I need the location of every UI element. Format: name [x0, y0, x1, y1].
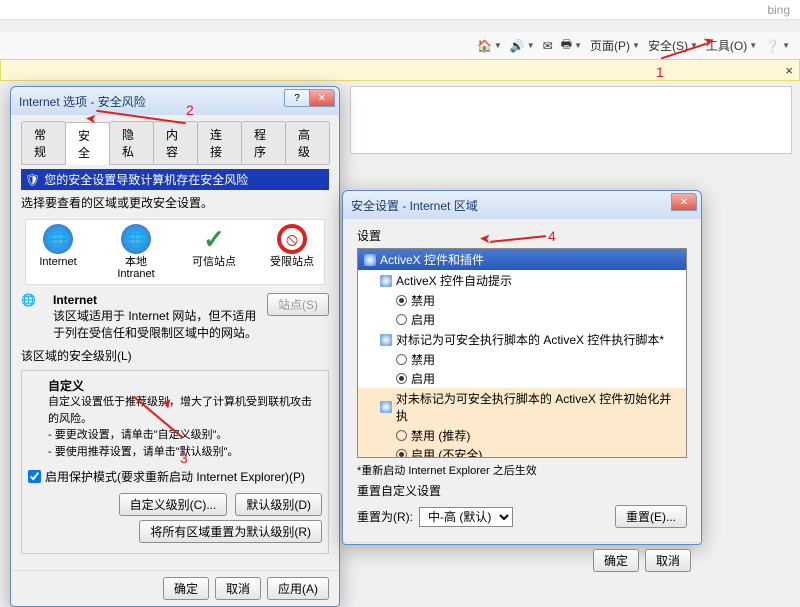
check-icon: ✓	[199, 224, 229, 254]
cancel-button[interactable]: 取消	[215, 577, 261, 600]
protected-mode-checkbox[interactable]	[28, 470, 41, 483]
security-level-label: 该区域的安全级别(L)	[21, 347, 329, 364]
protected-mode-label: 启用保护模式(要求重新启动 Internet Explorer)(P)	[45, 468, 305, 485]
sites-button: 站点(S)	[267, 293, 329, 316]
sec-titlebar: 安全设置 - Internet 区域 ✕	[343, 191, 701, 219]
options-title: Internet 选项 - 安全风险	[19, 93, 146, 110]
info-bar-close[interactable]: ×	[785, 63, 793, 78]
zone-trusted[interactable]: ✓可信站点	[186, 224, 242, 280]
restart-note: *重新启动 Internet Explorer 之后生效	[357, 462, 687, 478]
security-warning: 🛡 您的安全设置导致计算机存在安全风险	[21, 169, 329, 190]
cancel-button[interactable]: 取消	[645, 549, 691, 572]
current-zone-title: Internet	[53, 293, 97, 307]
reset-to-label: 重置为(R):	[357, 508, 413, 525]
ok-button[interactable]: 确定	[163, 577, 209, 600]
zone-select-label: 选择要查看的区域或更改安全设置。	[21, 194, 329, 211]
custom-line-2: - 要更改设置，请单击"自定义级别"。	[48, 427, 322, 444]
close-button[interactable]: ✕	[671, 193, 697, 211]
print-icon[interactable]: 🖶▼	[561, 35, 582, 56]
mail-icon[interactable]: ✉	[543, 39, 553, 53]
opt-enable-unsafe[interactable]: 启用 (不安全)	[358, 445, 686, 458]
tab-connections[interactable]: 连接	[197, 121, 242, 164]
current-zone-desc: 该区域适用于 Internet 网站，但不适用于列在受信任和受限制区域中的网站。	[53, 309, 257, 340]
ok-button[interactable]: 确定	[593, 549, 639, 572]
tab-security[interactable]: 安全	[65, 122, 110, 165]
opt-disable[interactable]: 禁用	[358, 350, 686, 369]
security-settings-dialog: 安全设置 - Internet 区域 ✕ 设置 ActiveX 控件和插件 Ac…	[342, 190, 702, 545]
custom-level-button[interactable]: 自定义级别(C)...	[119, 493, 228, 516]
tab-general[interactable]: 常规	[21, 121, 66, 164]
prohibit-icon: ⦸	[277, 224, 307, 254]
help-icon[interactable]: ❔▼	[765, 39, 790, 53]
globe-icon: 🌐	[121, 224, 151, 254]
home-icon[interactable]: 🏠▼	[477, 39, 502, 53]
annotation-2: 2	[186, 102, 194, 118]
annotation-4: 4	[548, 228, 556, 244]
tree-node-scriptable[interactable]: 对标记为可安全执行脚本的 ActiveX 控件执行脚本*	[358, 329, 686, 350]
opt-enable[interactable]: 启用	[358, 310, 686, 329]
custom-line-1: 自定义设置低于推荐级别，增大了计算机受到联机攻击的风险。	[48, 394, 322, 427]
annotation-3: 3	[180, 450, 188, 466]
gear-icon	[364, 254, 376, 266]
globe-icon: 🌐	[43, 224, 73, 254]
settings-label: 设置	[357, 227, 687, 244]
opt-enable[interactable]: 启用	[358, 369, 686, 388]
apply-button[interactable]: 应用(A)	[267, 577, 329, 600]
tab-privacy[interactable]: 隐私	[109, 121, 154, 164]
zone-local[interactable]: 🌐本地 Intranet	[108, 224, 164, 280]
page-menu[interactable]: 页面(P)▼	[590, 37, 640, 54]
close-button[interactable]: ✕	[309, 89, 335, 107]
browser-top-strip: bing	[0, 0, 800, 20]
gear-icon	[380, 401, 392, 413]
tree-header-activex: ActiveX 控件和插件	[358, 249, 686, 270]
reset-custom-label: 重置自定义设置	[357, 482, 687, 499]
reset-button[interactable]: 重置(E)...	[615, 505, 687, 528]
zone-list: 🌐Internet 🌐本地 Intranet ✓可信站点 ⦸受限站点	[25, 219, 325, 285]
tree-node-unsigned-init[interactable]: 对未标记为可安全执行脚本的 ActiveX 控件初始化并执	[358, 388, 686, 426]
tools-menu[interactable]: 工具(O)▼	[706, 37, 757, 54]
tab-advanced[interactable]: 高级	[285, 121, 330, 164]
tab-programs[interactable]: 程序	[241, 121, 286, 164]
options-tabs: 常规 安全 隐私 内容 连接 程序 高级	[21, 121, 329, 165]
zone-internet[interactable]: 🌐Internet	[30, 224, 86, 280]
tab-content[interactable]: 内容	[153, 121, 198, 164]
default-level-button[interactable]: 默认级别(D)	[235, 493, 322, 516]
internet-options-dialog: Internet 选项 - 安全风险 ? ✕ 常规 安全 隐私 内容 连接 程序…	[10, 86, 340, 607]
zone-restricted[interactable]: ⦸受限站点	[264, 224, 320, 280]
gear-icon	[380, 275, 392, 287]
info-bar: ×	[0, 59, 800, 81]
search-hint: bing	[767, 3, 790, 17]
reset-level-select[interactable]: 中-高 (默认)	[419, 507, 513, 527]
globe-icon: 🌐	[21, 293, 45, 307]
page-content	[350, 86, 792, 154]
help-button[interactable]: ?	[284, 89, 310, 107]
reset-all-zones-button[interactable]: 将所有区域重置为默认级别(R)	[139, 520, 322, 543]
custom-label: 自定义	[48, 379, 84, 393]
annotation-1: 1	[656, 64, 664, 80]
tree-node-auto-prompt[interactable]: ActiveX 控件自动提示	[358, 270, 686, 291]
opt-disable-rec[interactable]: 禁用 (推荐)	[358, 426, 686, 445]
safe-menu[interactable]: 安全(S)▼	[648, 37, 698, 54]
settings-tree[interactable]: ActiveX 控件和插件 ActiveX 控件自动提示 禁用 启用 对标记为可…	[357, 248, 687, 458]
browser-toolbar: 🏠▼ 🔊▼ ✉ 🖶▼ 页面(P)▼ 安全(S)▼ 工具(O)▼ ❔▼	[0, 32, 800, 60]
rss-icon[interactable]: 🔊▼	[510, 39, 535, 53]
gear-icon	[380, 334, 392, 346]
opt-disable[interactable]: 禁用	[358, 291, 686, 310]
sec-title: 安全设置 - Internet 区域	[351, 197, 478, 214]
shield-icon: 🛡	[25, 173, 40, 187]
options-titlebar: Internet 选项 - 安全风险 ? ✕	[11, 87, 339, 115]
